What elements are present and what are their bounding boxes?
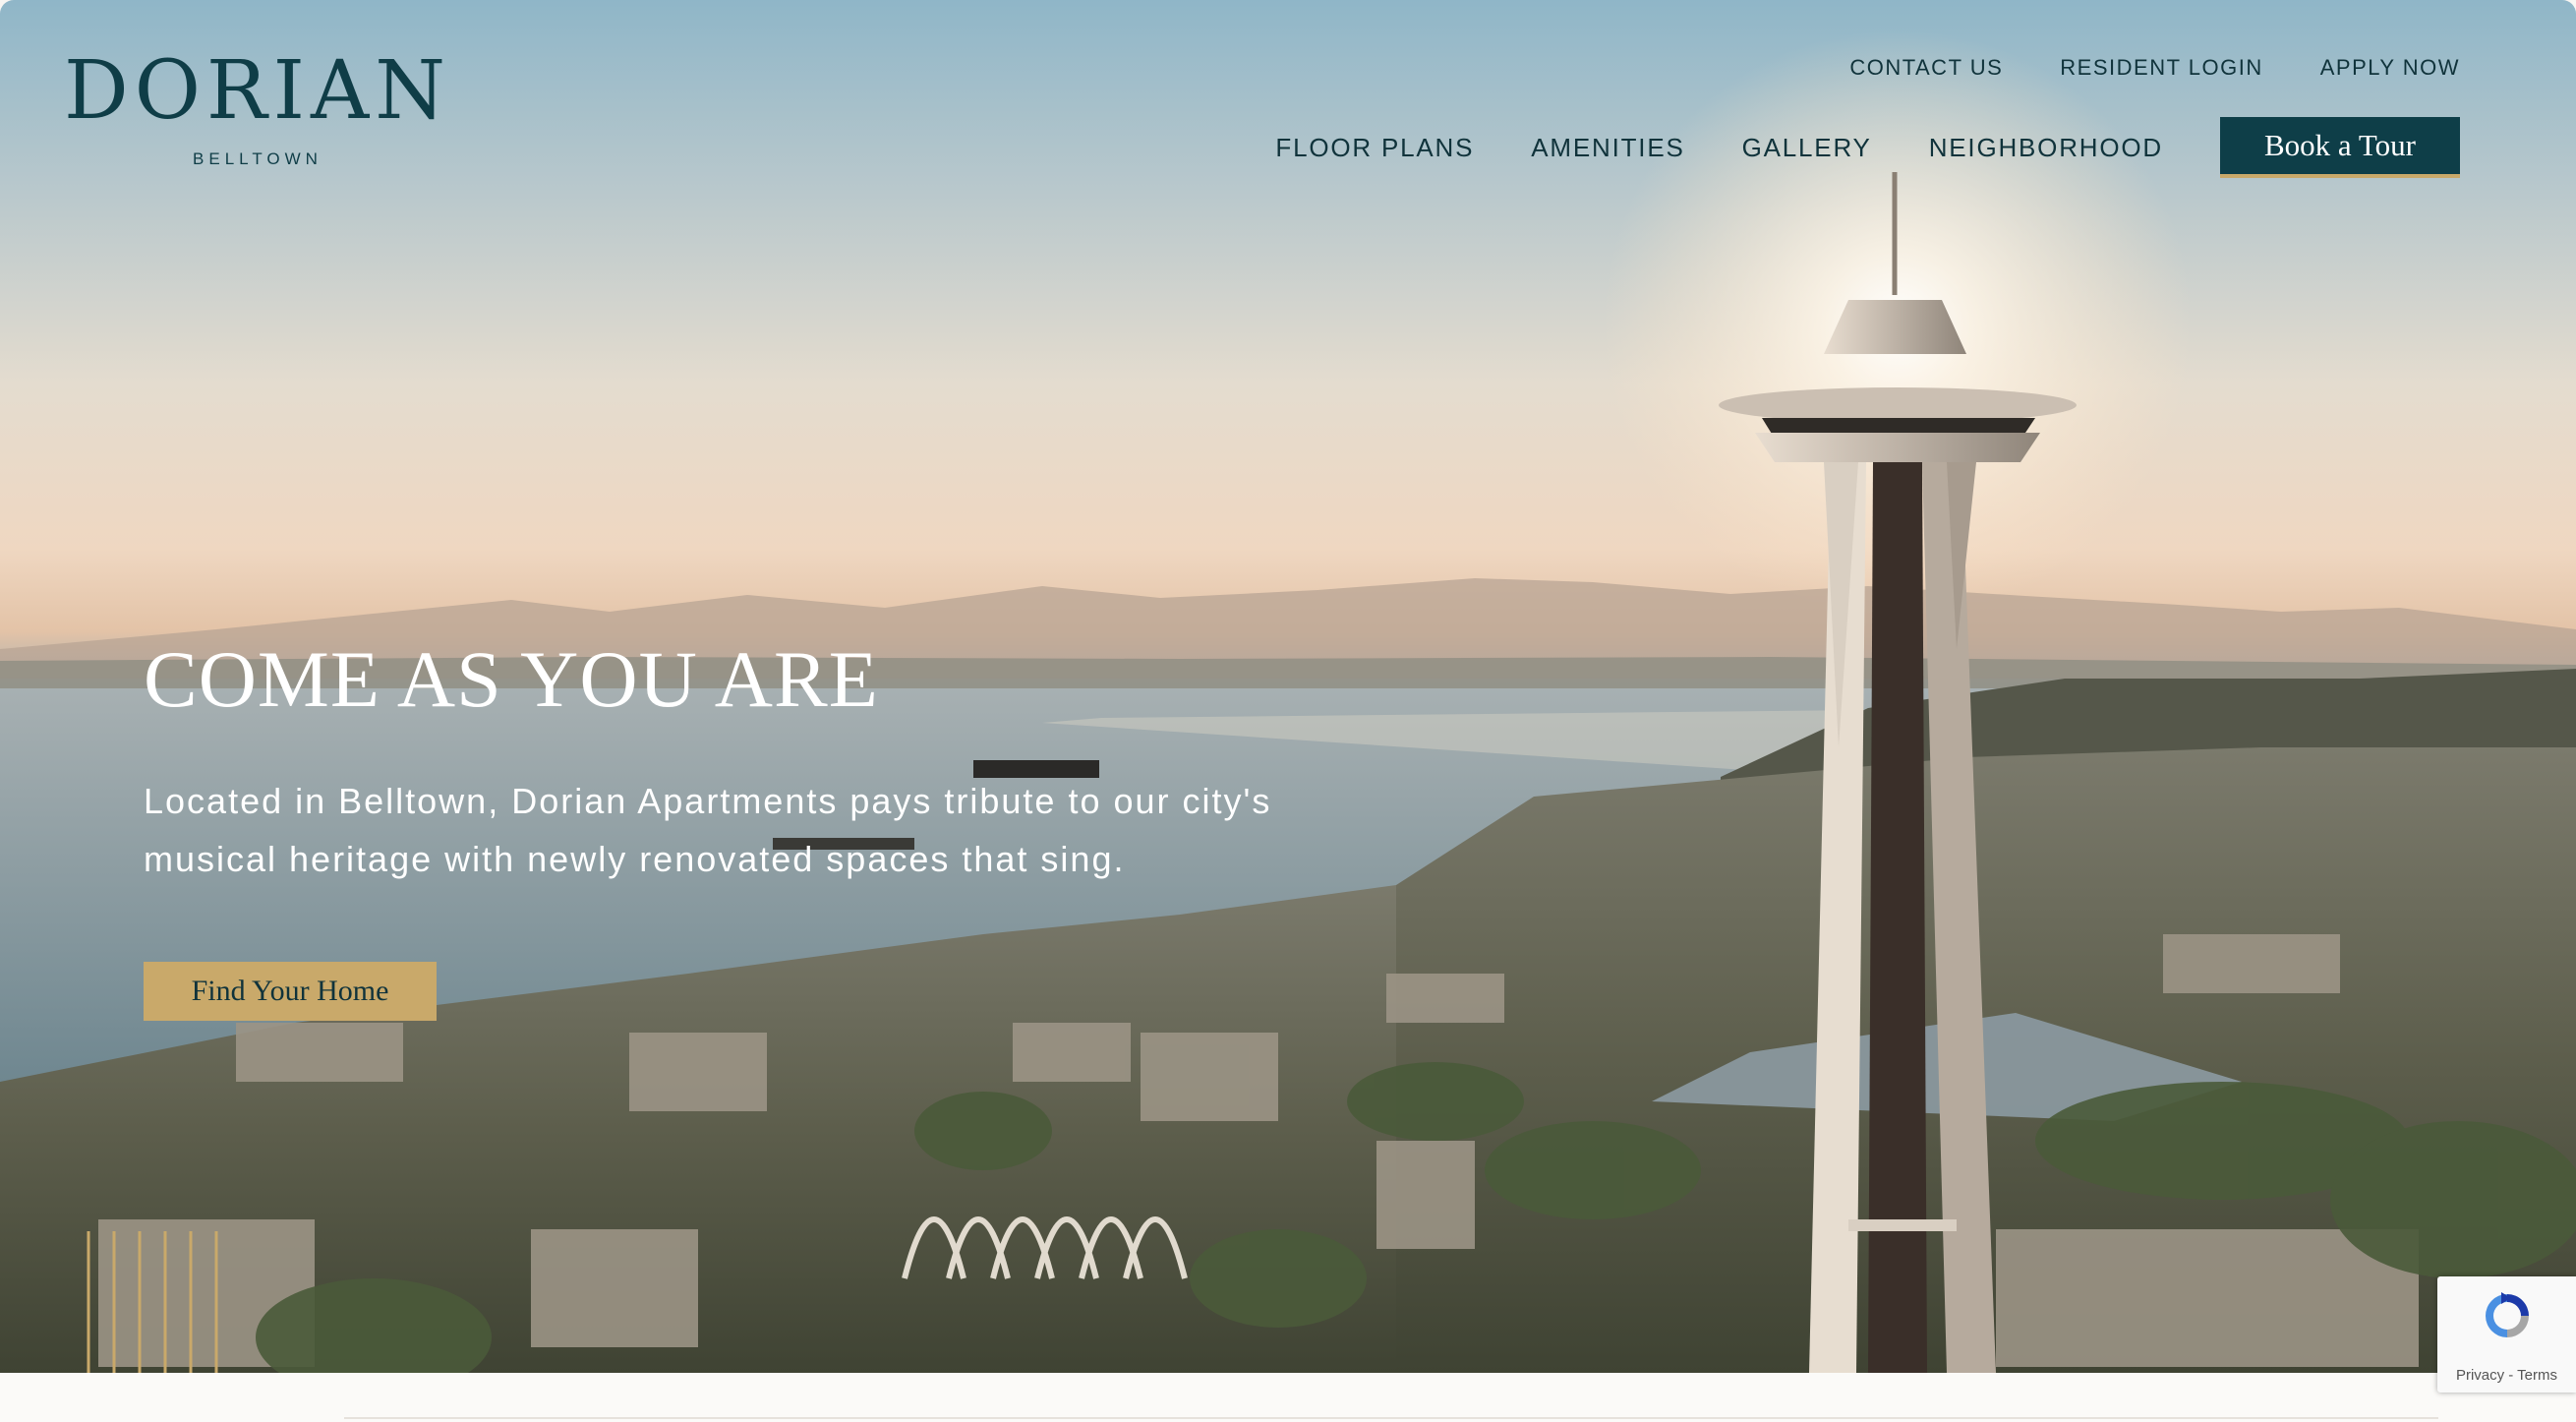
find-your-home-button[interactable]: Find Your Home (144, 962, 437, 1021)
recaptcha-privacy-terms[interactable]: Privacy - Terms (2437, 1367, 2576, 1384)
nav-floor-plans[interactable]: FLOOR PLANS (1275, 133, 1474, 163)
brand-name: DORIAN (63, 44, 452, 138)
nav-gallery[interactable]: GALLERY (1742, 133, 1872, 163)
nav-amenities[interactable]: AMENITIES (1531, 133, 1684, 163)
hero-headline: COME AS YOU ARE (144, 634, 879, 724)
divider (344, 1417, 2438, 1419)
book-a-tour-button[interactable]: Book a Tour (2220, 117, 2460, 178)
utility-nav: CONTACT US RESIDENT LOGIN APPLY NOW (1849, 55, 2460, 81)
hero-subcopy: Located in Belltown, Dorian Apartments p… (144, 781, 1272, 879)
brand-location: BELLTOWN (193, 149, 322, 168)
hero-section: DORIAN BELLTOWN CONTACT US RESIDENT LOGI… (0, 0, 2576, 1373)
brand-logo[interactable]: DORIAN BELLTOWN (61, 51, 454, 169)
recaptcha-icon (2486, 1292, 2529, 1337)
main-nav: FLOOR PLANS AMENITIES GALLERY NEIGHBORHO… (1275, 117, 2460, 178)
contact-us-link[interactable]: CONTACT US (1849, 55, 2003, 81)
nav-neighborhood[interactable]: NEIGHBORHOOD (1929, 133, 2163, 163)
resident-login-link[interactable]: RESIDENT LOGIN (2060, 55, 2262, 81)
recaptcha-badge[interactable]: Privacy - Terms (2437, 1276, 2576, 1392)
apply-now-link[interactable]: APPLY NOW (2320, 55, 2460, 81)
page-bottom-bar (0, 1373, 2576, 1422)
